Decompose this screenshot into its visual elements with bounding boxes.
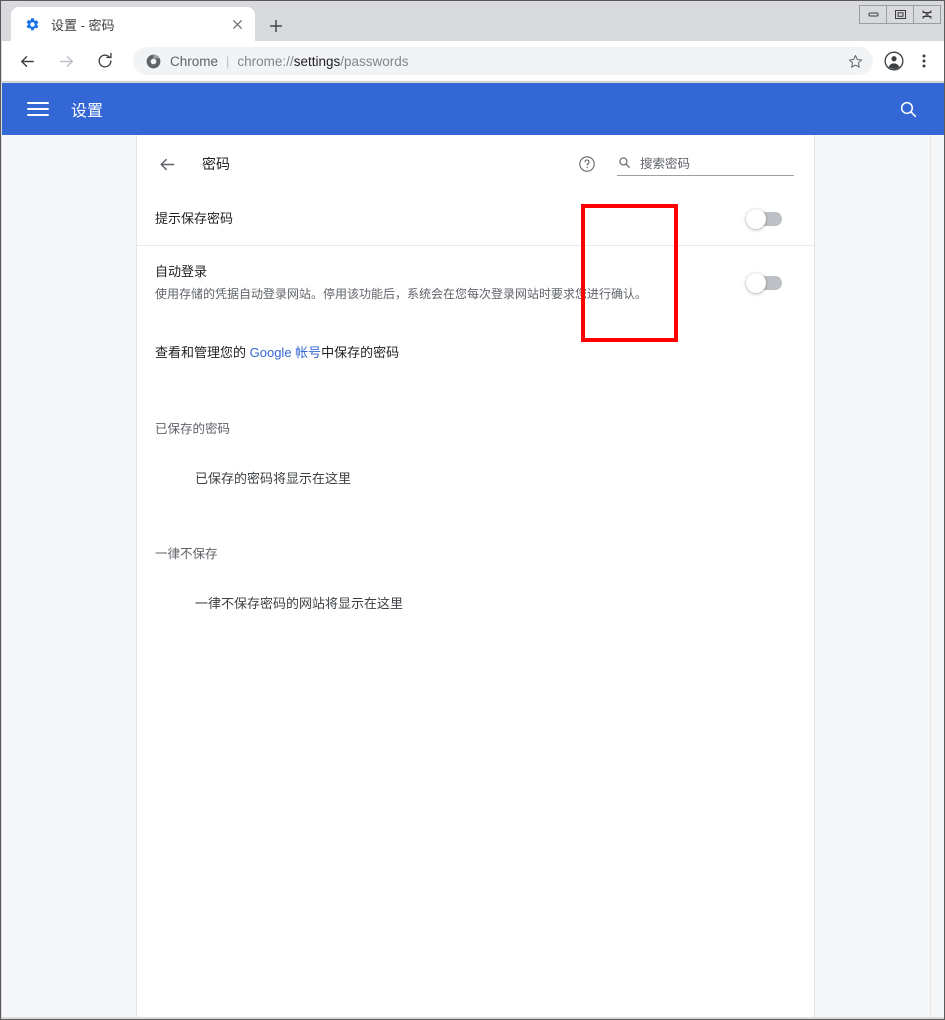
setting-label: 自动登录 bbox=[155, 264, 208, 279]
back-button[interactable] bbox=[12, 46, 42, 76]
browser-menu-icon[interactable] bbox=[909, 46, 939, 76]
toggle-offer-to-save-passwords[interactable] bbox=[746, 209, 782, 229]
setting-text-block: 自动登录 使用存储的凭据自动登录网站。停用该功能后，系统会在您每次登录网站时要求… bbox=[155, 262, 748, 304]
toggle-knob bbox=[746, 209, 766, 229]
forward-button[interactable] bbox=[51, 46, 81, 76]
page-scrollbar[interactable] bbox=[930, 135, 943, 1019]
toolbar-right-actions bbox=[879, 46, 939, 76]
browser-window: 设置 - 密码 Chrome | chrome://settings/passw… bbox=[0, 0, 945, 1020]
tab-title: 设置 - 密码 bbox=[51, 17, 115, 33]
browser-toolbar: Chrome | chrome://settings/passwords bbox=[2, 41, 944, 82]
manage-google-account-line: 查看和管理您的 Google 帐号中保存的密码 bbox=[137, 320, 814, 363]
back-arrow-icon[interactable] bbox=[155, 152, 179, 176]
account-line-prefix: 查看和管理您的 bbox=[155, 345, 250, 360]
search-icon bbox=[617, 155, 631, 169]
setting-text-block: 提示保存密码 bbox=[155, 209, 748, 229]
close-button[interactable] bbox=[913, 5, 941, 24]
profile-avatar-icon[interactable] bbox=[879, 46, 909, 76]
window-controls bbox=[859, 5, 941, 24]
google-account-link[interactable]: Google 帐号 bbox=[250, 345, 322, 360]
window-status-strip bbox=[2, 1017, 944, 1019]
hamburger-menu-icon[interactable] bbox=[27, 98, 49, 120]
section-heading-never-saved: 一律不保存 bbox=[155, 547, 218, 561]
url-host: settings bbox=[293, 53, 341, 69]
chrome-logo-icon bbox=[145, 53, 161, 69]
setting-label: 提示保存密码 bbox=[155, 211, 234, 226]
toggle-knob bbox=[746, 273, 766, 293]
reload-button[interactable] bbox=[90, 46, 120, 76]
section-heading-saved-passwords: 已保存的密码 bbox=[155, 422, 231, 436]
maximize-button[interactable] bbox=[886, 5, 914, 24]
omnibox-url: chrome://settings/passwords bbox=[237, 54, 408, 69]
bookmark-star-icon[interactable] bbox=[841, 47, 869, 75]
tab-close-icon[interactable] bbox=[225, 12, 249, 36]
security-chip-label: Chrome bbox=[170, 53, 219, 69]
search-passwords-input[interactable]: 搜索密码 bbox=[617, 153, 794, 176]
passwords-sub-header: 密码 搜索密码 bbox=[137, 135, 814, 193]
url-scheme: chrome:// bbox=[237, 53, 294, 69]
browser-tab-settings-passwords[interactable]: 设置 - 密码 bbox=[11, 7, 255, 41]
account-line-suffix: 中保存的密码 bbox=[321, 345, 400, 360]
settings-top-bar: 设置 bbox=[2, 83, 944, 135]
settings-page-body: 密码 搜索密码 提示保存密码 自动登录 使用存储的凭据自动登录网站。停用该功能后… bbox=[2, 135, 944, 1019]
search-input-placeholder: 搜索密码 bbox=[640, 156, 691, 171]
page-title: 密码 bbox=[202, 156, 230, 172]
tab-strip: 设置 - 密码 bbox=[2, 2, 944, 41]
setting-row-auto-signin[interactable]: 自动登录 使用存储的凭据自动登录网站。停用该功能后，系统会在您每次登录网站时要求… bbox=[137, 246, 814, 320]
empty-state-saved-passwords: 已保存的密码将显示在这里 bbox=[195, 471, 352, 486]
settings-gear-icon bbox=[24, 16, 40, 32]
settings-search-icon[interactable] bbox=[896, 97, 920, 121]
omnibox-separator: | bbox=[226, 53, 230, 69]
url-path: /passwords bbox=[340, 53, 409, 69]
setting-sublabel: 使用存储的凭据自动登录网站。停用该功能后，系统会在您每次登录网站时要求您进行确认… bbox=[155, 287, 648, 301]
setting-row-offer-to-save[interactable]: 提示保存密码 bbox=[137, 193, 814, 246]
new-tab-button[interactable] bbox=[263, 13, 289, 39]
toggle-auto-signin[interactable] bbox=[746, 273, 782, 293]
help-circle-icon[interactable] bbox=[576, 153, 598, 175]
minimize-button[interactable] bbox=[859, 5, 887, 24]
passwords-content-card: 密码 搜索密码 提示保存密码 自动登录 使用存储的凭据自动登录网站。停用该功能后… bbox=[136, 135, 815, 1019]
settings-app-title: 设置 bbox=[71, 103, 104, 120]
address-bar[interactable]: Chrome | chrome://settings/passwords bbox=[133, 47, 873, 75]
empty-state-never-saved: 一律不保存密码的网站将显示在这里 bbox=[195, 596, 404, 611]
